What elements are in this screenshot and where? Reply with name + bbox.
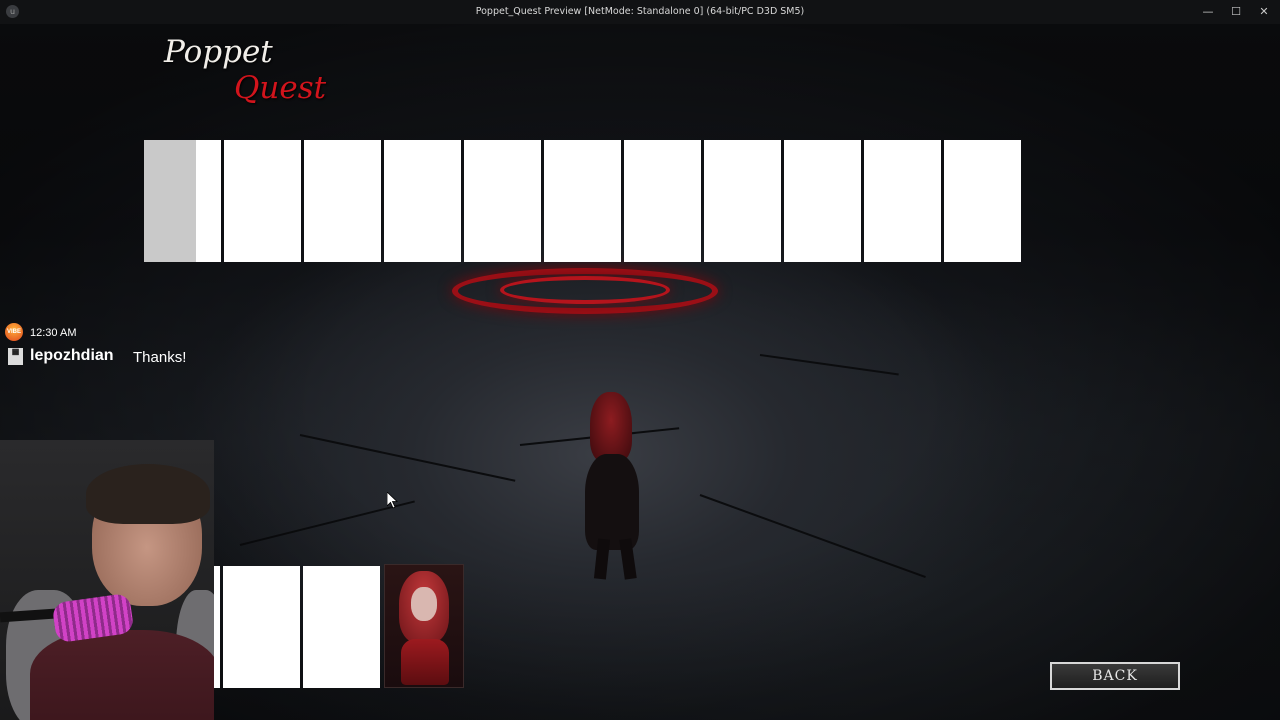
chat-message: Thanks! bbox=[133, 349, 187, 366]
inventory-slot[interactable] bbox=[464, 140, 541, 262]
logo-quest: Quest bbox=[234, 70, 327, 106]
inventory-slot[interactable] bbox=[624, 140, 701, 262]
logo-poppet: Poppet bbox=[164, 34, 273, 70]
portrait-face bbox=[411, 587, 437, 621]
inventory-slot[interactable] bbox=[784, 140, 861, 262]
back-button[interactable]: BACK bbox=[1050, 662, 1180, 690]
inventory-bottom-row bbox=[213, 566, 380, 688]
window-title: Poppet_Quest Preview [NetMode: Standalon… bbox=[475, 6, 805, 17]
user-badge-icon: ▦ bbox=[8, 348, 23, 365]
webcam-shirt bbox=[30, 630, 214, 720]
inventory-top-row bbox=[144, 140, 1021, 264]
window-title-bar: u Poppet_Quest Preview [NetMode: Standal… bbox=[0, 0, 1280, 24]
vibe-badge-icon: VIBE bbox=[5, 323, 23, 341]
inventory-slot[interactable] bbox=[144, 140, 221, 262]
webcam-hair bbox=[86, 464, 210, 524]
inventory-slot[interactable] bbox=[304, 140, 381, 262]
maximize-button[interactable]: ☐ bbox=[1226, 3, 1246, 21]
inventory-slot[interactable] bbox=[384, 140, 461, 262]
inventory-slot[interactable] bbox=[223, 566, 300, 688]
chat-timestamp: 12:30 AM bbox=[30, 327, 77, 339]
inventory-slot[interactable] bbox=[864, 140, 941, 262]
minimize-button[interactable]: — bbox=[1198, 3, 1218, 21]
webcam-overlay bbox=[0, 440, 214, 720]
mouse-cursor-icon bbox=[387, 492, 399, 509]
game-logo: Poppet Quest bbox=[160, 32, 340, 112]
inventory-slot[interactable] bbox=[944, 140, 1021, 262]
stream-chat-overlay: VIBE 12:30 AM ▦ lepozhdian Thanks! bbox=[0, 320, 214, 390]
chat-username: lepozhdian bbox=[30, 347, 114, 364]
character-portrait-card[interactable] bbox=[384, 564, 464, 688]
inventory-slot[interactable] bbox=[704, 140, 781, 262]
inventory-slot-partial[interactable] bbox=[213, 566, 220, 688]
inventory-slot[interactable] bbox=[544, 140, 621, 262]
inventory-slot[interactable] bbox=[224, 140, 301, 262]
portrait-outfit bbox=[401, 639, 449, 685]
close-button[interactable]: ✕ bbox=[1254, 3, 1274, 21]
inventory-slot[interactable] bbox=[303, 566, 380, 688]
